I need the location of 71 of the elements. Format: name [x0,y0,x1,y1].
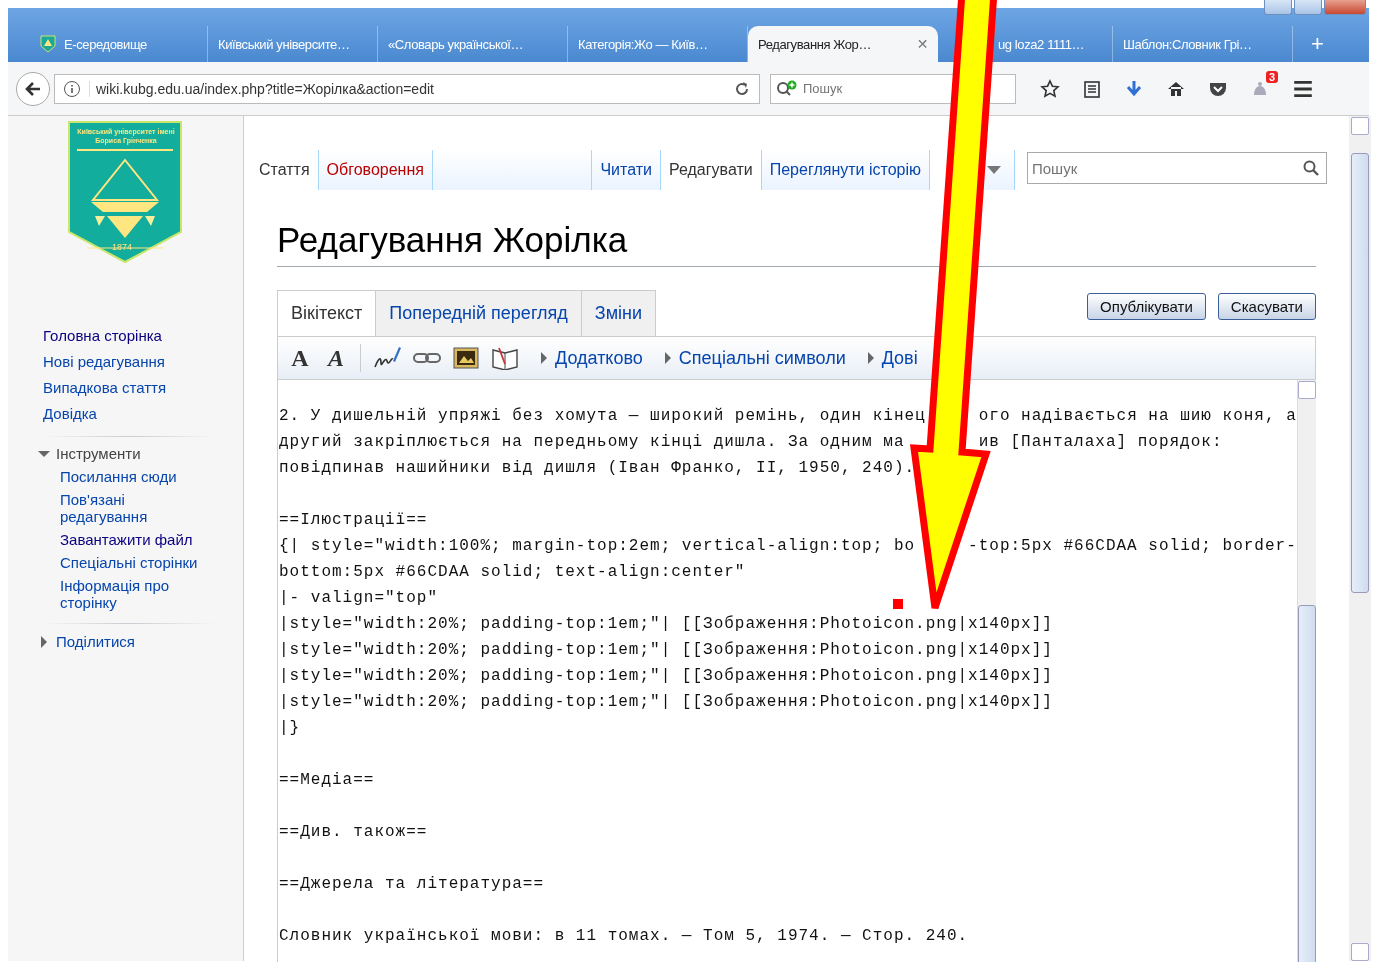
sidebar-link[interactable]: Пов'язані редагування [60,491,200,525]
wikitext-line: {| style="width:100%; margin-top:2em; vertical-align:top; bo [279,536,916,557]
download-icon[interactable] [1124,78,1144,99]
search-icon[interactable] [1303,160,1319,176]
wikitext-line: ==Ілюстрації== [279,510,428,531]
wikitext-line: |} [279,718,301,739]
caret-right-icon[interactable] [867,352,874,364]
wikitext-line: |style="width:20%; padding-top:1em;"| [[Зображення:Photoicon.png|x140px]] [279,692,1053,713]
editor-tab[interactable]: Попередній перегляд [376,290,582,336]
link-icon[interactable] [413,351,441,365]
logo-year: 1874 [112,242,133,252]
toolbar-group[interactable]: Дові [867,347,918,369]
wikitext-line: |- valign="top" [279,588,439,609]
reload-icon[interactable] [733,79,751,98]
sidebar-link[interactable]: Нові редагування [43,352,243,372]
caret-right-icon[interactable] [541,352,547,364]
minimize-button[interactable] [1264,0,1292,15]
editor-tab[interactable]: Зміни [581,290,657,336]
sidebar-link[interactable]: Випадкова стаття [43,378,243,398]
sidebar-link[interactable]: Головна сторінка [43,326,243,346]
sidebar-link[interactable]: Посилання сюди [60,468,200,485]
reading-list-icon[interactable] [1082,78,1102,99]
wikitext-line: Словник української мови: в 11 томах. — Том 5, 1974. — Стор. 240. [279,926,969,947]
sidebar-link[interactable]: Інформація про сторінку [60,577,200,611]
cancel-button[interactable]: Скасувати [1217,293,1316,320]
wikitext-line: -top:5px #66CDAA solid; border- [968,536,1297,557]
wikitext-line: ==Джерела та література== [279,874,545,895]
bold-button[interactable]: A [288,344,312,372]
address-bar[interactable]: wiki.kubg.edu.ua/index.php?title=Жорілка&action=edit [54,73,760,104]
sidebar-link[interactable]: Довідка [43,404,243,424]
caret-icon[interactable] [987,166,1001,174]
wikitext-line: ого надівається на шию коня, а [978,406,1297,427]
wikitext-line: |style="width:20%; padding-top:1em;"| [[Зображення:Photoicon.png|x140px]] [279,640,1053,661]
wikitext-line: ив [Панталаха] порядок: [978,432,1223,453]
shield-icon [40,35,56,53]
sidebar-link[interactable]: Завантажити файл [60,531,200,548]
view-tab[interactable]: Переглянути історію [761,150,930,190]
maximize-button[interactable] [1294,0,1322,15]
publish-button[interactable]: Опублікувати [1087,293,1206,320]
book-icon[interactable] [491,346,519,370]
wiki-search-field[interactable]: Пошук [1027,152,1327,184]
wikitext-line: ==Див. також== [279,822,428,843]
toolbar-group[interactable]: Спеціальні символи [664,347,846,369]
search-icon [776,79,798,98]
wikitext-line: другий закріплюється на передньому кінці дишла. За одним ма [279,432,905,453]
wikitext-line: |style="width:20%; padding-top:1em;"| [[Зображення:Photoicon.png|x140px]] [279,666,1053,687]
page-scrollbar[interactable] [1349,116,1371,961]
wikitext-line: повідпинав нашийники від дишля (Іван Франко, II, 1950, 240). [279,458,916,479]
wikitext-line: ==Медіа== [279,770,375,791]
sidebar-link[interactable]: Спеціальні сторінки [60,554,200,571]
namespace-tab[interactable]: Обговорення [318,150,433,190]
wikitext-line: |style="width:20%; padding-top:1em;"| [[Зображення:Photoicon.png|x140px]] [279,614,1053,635]
browser-tab[interactable]: Редагування Жор… ✕ [748,26,938,62]
university-logo[interactable] [67,120,183,264]
share-link[interactable]: Поділитися [56,632,135,652]
editor-tab[interactable]: Вікітекст [277,290,377,336]
back-button[interactable] [16,71,50,106]
editor-scrollbar[interactable] [1296,380,1316,962]
wikitext-line: bottom:5px #66CDAA solid; text-align:center" [279,562,746,583]
view-tab[interactable]: Читати [592,150,661,190]
portal-heading[interactable]: Інструменти [56,445,141,462]
close-tab-button[interactable]: ✕ [916,36,928,52]
italic-button[interactable]: A [324,344,348,372]
caret-right-icon[interactable] [38,636,50,648]
wikitext-line: 2. У дишельній упряжі без хомута — широкий ремінь, один кінец [279,406,926,427]
star-icon[interactable] [1040,78,1060,99]
toolbar-group[interactable]: Додатково [541,347,643,369]
caret-right-icon[interactable] [664,352,671,364]
info-icon[interactable] [63,79,81,98]
image-icon[interactable] [453,347,479,369]
notification-badge: 3 [1265,70,1278,83]
